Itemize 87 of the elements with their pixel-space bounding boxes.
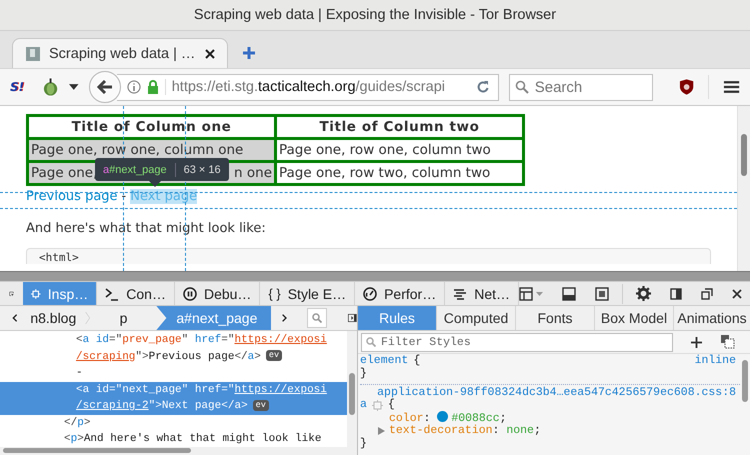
- breadcrumb[interactable]: n8.blog: [28, 310, 78, 326]
- tooltip-arrow: [149, 181, 161, 187]
- event-badge[interactable]: ev: [252, 400, 269, 411]
- brace: {: [388, 399, 395, 412]
- table-cell: Page one, row one, column two: [277, 140, 522, 160]
- settings-icon[interactable]: [636, 286, 651, 301]
- rule-source-link[interactable]: application-98ff08324dc3b4…eea547c4256579ec608.css:8: [377, 386, 736, 400]
- breadcrumb[interactable]: p: [118, 310, 130, 326]
- search-icon: [514, 80, 529, 94]
- page-icon: [25, 46, 41, 62]
- copy-icon[interactable]: [720, 334, 736, 350]
- horizontal-scrollbar[interactable]: [0, 271, 750, 281]
- search-field[interactable]: Search: [508, 74, 653, 100]
- gauge-icon: [363, 286, 378, 300]
- script-badge-icon[interactable]: S!: [10, 80, 24, 94]
- console-icon: [105, 286, 120, 300]
- markup-node[interactable]: -: [0, 365, 347, 382]
- column-header: Title of Column one: [29, 117, 274, 137]
- inspector-icon: [31, 286, 41, 300]
- sidebar-toggle-icon[interactable]: [348, 312, 357, 324]
- close-icon[interactable]: [205, 48, 215, 58]
- window-title: Scraping web data | Exposing the Invisible - Tor Browser: [194, 7, 556, 23]
- table-cell: Page one, row two, column two: [277, 163, 522, 183]
- reload-icon[interactable]: [476, 80, 490, 94]
- sidebar-tab[interactable]: Computed: [437, 306, 516, 330]
- network-icon: [453, 286, 468, 300]
- split-console-icon[interactable]: [562, 286, 576, 300]
- sidebar-tab[interactable]: Fonts: [516, 306, 595, 330]
- expand-icon[interactable]: [378, 427, 385, 436]
- close-icon[interactable]: [732, 288, 742, 298]
- sidebar-tab[interactable]: Animations: [674, 306, 750, 330]
- info-icon[interactable]: [126, 80, 141, 94]
- dock-side-icon[interactable]: [670, 288, 682, 300]
- screenshot-icon[interactable]: [595, 286, 609, 300]
- scrollbar-thumb[interactable]: [3, 448, 191, 453]
- back-button[interactable]: [88, 71, 121, 103]
- table-cell-text: n one: [234, 165, 272, 181]
- markup-node[interactable]: <a id="prev_page" href="https://exposi /scraping">Previous page</a> ev: [0, 332, 347, 365]
- onion-icon[interactable]: [42, 77, 60, 97]
- chevron-right-icon[interactable]: [282, 312, 288, 324]
- caret-icon[interactable]: [69, 84, 79, 90]
- sidebar-tab[interactable]: Box Model: [595, 306, 674, 330]
- caret-icon: [536, 292, 543, 296]
- devtools-tab[interactable]: Con…: [97, 282, 175, 305]
- devtools-tab[interactable]: { } Style E…: [260, 282, 356, 305]
- paragraph: And here's what that might look like:: [26, 221, 267, 236]
- back-arrow-icon: [96, 80, 113, 94]
- url-text: https://eti.stg.tacticaltech.org/guides/scrapi: [164, 79, 470, 95]
- brace: {: [413, 355, 420, 368]
- markup-node[interactable]: <p>And here's what that might look like: [0, 431, 347, 447]
- brace: }: [360, 436, 367, 450]
- browser-tab[interactable]: Scraping web data | …: [12, 38, 228, 68]
- chevron-left-icon[interactable]: [12, 312, 18, 324]
- event-badge[interactable]: ev: [266, 350, 282, 362]
- table-cell: Page one, row one, column one: [29, 140, 274, 160]
- column-header: Title of Column two: [277, 117, 522, 137]
- add-icon[interactable]: [691, 336, 702, 348]
- scrollbar-thumb[interactable]: [741, 134, 747, 176]
- page-link[interactable]: Previous page: [26, 189, 118, 204]
- rule-source-link[interactable]: inline: [694, 355, 740, 368]
- filter-field[interactable]: Filter Styles: [361, 332, 673, 352]
- search-button[interactable]: [306, 308, 328, 328]
- shield-icon[interactable]: [678, 78, 694, 96]
- frame-icon: [519, 286, 533, 300]
- pause-icon: [182, 286, 197, 300]
- devtools-tab[interactable]: Perfor…: [355, 282, 446, 305]
- css-declaration: text-decoration: none;: [389, 424, 541, 438]
- scrollbar-thumb[interactable]: [349, 373, 355, 415]
- new-tab-icon[interactable]: [242, 46, 256, 60]
- brace: }: [360, 366, 367, 380]
- address-field[interactable]: https://eti.stg.tacticaltech.org/guides/scrapi: [116, 74, 499, 100]
- scrollbar-thumb[interactable]: [742, 360, 748, 402]
- braces-icon: { }: [268, 286, 281, 301]
- markup-node[interactable]: <a id="next_page" href="https://exposi /scraping-2">Next page</a> ev: [0, 382, 347, 414]
- search-icon: [366, 336, 376, 346]
- devtools-tab[interactable]: Net…: [445, 282, 519, 305]
- rule-selector: a: [360, 399, 367, 412]
- markup-line: </p>: [63, 416, 92, 430]
- undock-icon[interactable]: [701, 288, 713, 300]
- code-block: <html>: [26, 248, 711, 264]
- menu-icon[interactable]: [722, 80, 740, 94]
- rule-selector: element: [360, 355, 408, 368]
- devtools-tab[interactable]: Debu…: [174, 282, 260, 305]
- css-declaration: color: #0088cc;: [389, 411, 507, 426]
- search-icon: [312, 313, 322, 323]
- link-separator: -: [122, 189, 126, 204]
- frame-select-button[interactable]: [519, 286, 543, 300]
